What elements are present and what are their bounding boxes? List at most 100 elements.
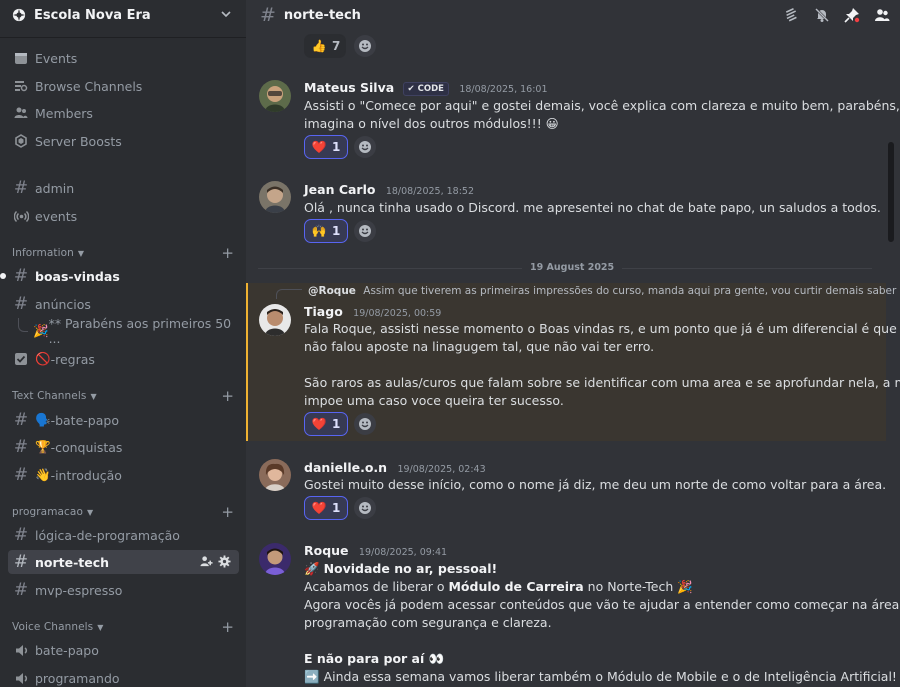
hash-icon: # bbox=[13, 437, 29, 457]
channel-conquistas[interactable]: # 🏆 -conquistas bbox=[8, 435, 239, 459]
message-author[interactable]: Jean Carlo 18/08/2025, 18:52 bbox=[304, 182, 474, 197]
message-author[interactable]: Mateus Silva ✔ CODE 18/08/2025, 16:01 bbox=[304, 80, 548, 96]
nav-label: Browse Channels bbox=[35, 78, 143, 94]
nav-members[interactable]: Members bbox=[8, 101, 239, 125]
hash-icon: # bbox=[13, 178, 29, 198]
category-programacao[interactable]: programacao ▼ + bbox=[12, 503, 234, 521]
category-label: Information bbox=[12, 247, 74, 259]
add-reaction-button[interactable] bbox=[354, 35, 376, 57]
channel-mvp-espresso[interactable]: # mvp-espresso bbox=[8, 578, 239, 602]
nav-browse-channels[interactable]: Browse Channels bbox=[8, 74, 239, 98]
broadcast-icon bbox=[13, 208, 29, 224]
channel-label: -conquistas bbox=[50, 439, 123, 455]
reaction-raised-hands[interactable]: 🙌 1 bbox=[304, 219, 348, 243]
nav-server-boosts[interactable]: Server Boosts bbox=[8, 129, 239, 153]
message-text: Gostei muito desse início, como o nome j… bbox=[304, 477, 887, 492]
boost-icon bbox=[13, 133, 29, 149]
add-reaction-button[interactable] bbox=[354, 413, 376, 435]
thread-parabens[interactable]: 🎉 ** Parabéns aos primeiros 50 ... bbox=[28, 316, 239, 346]
channel-boas-vindas[interactable]: # boas-vindas bbox=[0, 264, 239, 288]
message-author[interactable]: Roque 19/08/2025, 09:41 bbox=[304, 543, 447, 558]
channel-title: norte-tech bbox=[283, 7, 361, 23]
channel-regras[interactable]: 🚫 -regras bbox=[8, 347, 239, 371]
chevron-down-icon: ▼ bbox=[97, 622, 104, 632]
smile-icon bbox=[359, 502, 371, 514]
heart-emoji: ❤️ bbox=[311, 140, 327, 154]
voice-channel-programando[interactable]: programando bbox=[8, 666, 239, 687]
channel-bate-papo[interactable]: # 🗣️ -bate-papo bbox=[8, 408, 239, 432]
arrow-right-emoji: ➡️ bbox=[304, 669, 320, 684]
thumbs-up-emoji: 👍 bbox=[311, 39, 327, 53]
voice-channel-bate-papo[interactable]: bate-papo bbox=[8, 638, 239, 662]
mute-bell-icon[interactable] bbox=[814, 7, 830, 23]
pin-icon[interactable] bbox=[844, 7, 860, 23]
add-reaction-button[interactable] bbox=[354, 220, 376, 242]
channel-admin[interactable]: # admin bbox=[8, 176, 239, 200]
add-channel-icon[interactable]: + bbox=[221, 618, 234, 636]
speaker-icon bbox=[13, 670, 29, 686]
category-information[interactable]: Information ▼ + bbox=[12, 244, 234, 262]
add-reaction-button[interactable] bbox=[354, 136, 376, 158]
trophy-emoji: 🏆 bbox=[35, 439, 51, 454]
gear-icon[interactable] bbox=[218, 555, 231, 568]
chevron-down-icon[interactable] bbox=[220, 8, 232, 20]
bold-fragment: Módulo de Carreira bbox=[448, 579, 584, 594]
hash-icon: # bbox=[13, 465, 29, 485]
avatar-danielle[interactable] bbox=[259, 459, 291, 491]
avatar-roque[interactable] bbox=[259, 543, 291, 575]
channel-logica-de-programacao[interactable]: # lógica-de-programação bbox=[8, 523, 239, 547]
add-channel-icon[interactable]: + bbox=[221, 244, 234, 262]
chat-scrollbar[interactable] bbox=[888, 142, 894, 242]
author-name: Jean Carlo bbox=[304, 182, 376, 197]
channel-sidebar: Escola Nova Era Events Browse Channels M… bbox=[0, 0, 246, 687]
header-toolbar bbox=[784, 7, 890, 23]
timestamp: 19/08/2025, 09:41 bbox=[358, 547, 448, 558]
channel-events[interactable]: events bbox=[8, 204, 239, 228]
reply-preview[interactable]: @Roque Assim que tiverem as primeiras im… bbox=[308, 285, 900, 297]
add-reaction-button[interactable] bbox=[354, 497, 376, 519]
channel-label: boas-vindas bbox=[35, 268, 120, 284]
channel-anuncios[interactable]: # anúncios bbox=[8, 292, 239, 316]
date-divider-label: 19 August 2025 bbox=[522, 262, 623, 273]
category-voice-channels[interactable]: Voice Channels ▼ + bbox=[12, 618, 234, 636]
add-channel-icon[interactable]: + bbox=[221, 503, 234, 521]
category-text-channels[interactable]: Text Channels ▼ + bbox=[12, 387, 234, 405]
message-text: ➡️ Ainda essa semana vamos liberar també… bbox=[304, 669, 897, 685]
reply-snippet: Assim que tiverem as primeiras impressõe… bbox=[363, 285, 900, 297]
invite-icon[interactable] bbox=[200, 555, 213, 568]
nav-label: Server Boosts bbox=[35, 133, 122, 149]
reaction-heart[interactable]: ❤️ 1 bbox=[304, 412, 348, 436]
server-header[interactable]: Escola Nova Era bbox=[0, 0, 246, 30]
reaction-heart[interactable]: ❤️ 1 bbox=[304, 135, 348, 159]
channel-norte-tech[interactable]: # norte-tech bbox=[8, 550, 239, 574]
channel-introducao[interactable]: # 👋 -introdução bbox=[8, 463, 239, 487]
smile-icon bbox=[359, 418, 371, 430]
member-list-icon[interactable] bbox=[874, 7, 890, 23]
message-text: São raros as aulas/curos que falam sobre… bbox=[304, 375, 900, 390]
text-fragment: Acabamos de liberar o bbox=[304, 579, 449, 594]
hash-icon: # bbox=[13, 294, 29, 314]
message-text: impoe uma caso voce queira ter sucesso. bbox=[304, 393, 564, 408]
reaction-count: 1 bbox=[332, 140, 341, 154]
chevron-down-icon: ▼ bbox=[90, 391, 97, 401]
add-channel-icon[interactable]: + bbox=[221, 387, 234, 405]
message-author[interactable]: Tiago 19/08/2025, 00:59 bbox=[304, 304, 441, 319]
message-text: Fala Roque, assisti nesse momento o Boas… bbox=[304, 321, 900, 336]
avatar-jean[interactable] bbox=[259, 181, 291, 213]
channel-label: programando bbox=[35, 670, 120, 686]
reaction-heart[interactable]: ❤️ 1 bbox=[304, 496, 348, 520]
nav-events[interactable]: Events bbox=[8, 46, 239, 70]
channel-label: -regras bbox=[50, 351, 95, 367]
chevron-down-icon: ▼ bbox=[77, 248, 85, 258]
channel-label: lógica-de-programação bbox=[35, 527, 180, 543]
discord-app: Escola Nova Era Events Browse Channels M… bbox=[0, 0, 900, 687]
reaction-thumbs-up[interactable]: 👍 7 bbox=[304, 34, 346, 58]
sidebar-divider bbox=[0, 37, 246, 38]
speaking-emoji: 🗣️ bbox=[35, 412, 51, 427]
avatar-tiago[interactable] bbox=[259, 304, 291, 336]
message-author[interactable]: danielle.o.n 19/08/2025, 02:43 bbox=[304, 460, 486, 475]
nav-label: Events bbox=[35, 50, 78, 66]
avatar-mateus[interactable] bbox=[259, 80, 291, 112]
author-name: Tiago bbox=[304, 304, 343, 319]
threads-icon[interactable] bbox=[784, 7, 800, 23]
